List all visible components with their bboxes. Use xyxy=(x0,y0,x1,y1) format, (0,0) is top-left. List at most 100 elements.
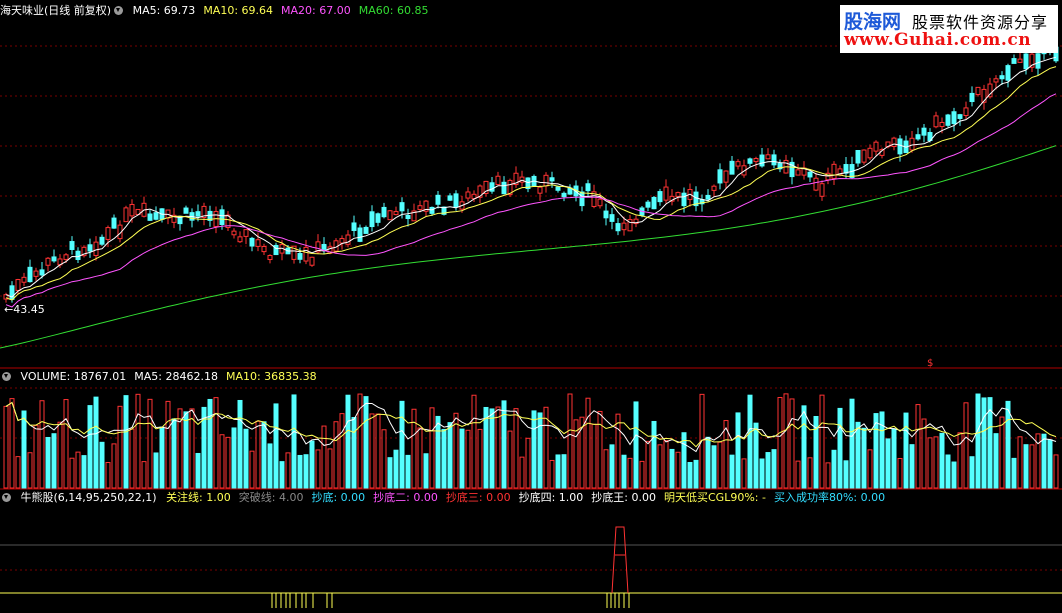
volume-bar xyxy=(507,430,513,489)
volume-bar xyxy=(327,448,333,489)
volume-bar xyxy=(735,412,741,489)
volume-bar xyxy=(525,437,531,489)
candle-body xyxy=(105,227,111,240)
candle-body xyxy=(795,169,801,176)
volume-bar xyxy=(117,405,123,489)
candle-body xyxy=(219,209,225,226)
volume-bar xyxy=(609,444,615,489)
candle-body xyxy=(603,210,609,219)
dropdown-arrow-icon[interactable] xyxy=(2,492,11,502)
watermark-url: www.Guhai.com.cn xyxy=(844,30,1032,50)
signal-marker: $ xyxy=(927,358,933,369)
volume-bar xyxy=(927,437,933,489)
volume-bar xyxy=(441,428,447,489)
volume-bar xyxy=(765,452,771,489)
candle-body xyxy=(399,202,405,212)
candle-body xyxy=(21,276,27,283)
dropdown-arrow-icon[interactable] xyxy=(114,5,124,15)
volume-bar xyxy=(63,399,69,489)
candle-body xyxy=(681,192,687,207)
candle-body xyxy=(69,241,75,250)
volume-bar xyxy=(945,454,951,489)
volume-bar xyxy=(975,393,981,489)
custom-indicator-6: 抄底王: 0.00 xyxy=(591,491,656,504)
volume-bar xyxy=(825,462,831,489)
volume-bar xyxy=(243,428,249,489)
volume-bar xyxy=(771,449,777,489)
candle-body xyxy=(957,114,963,119)
candle-body xyxy=(369,211,375,228)
dropdown-arrow-icon[interactable] xyxy=(2,371,11,381)
candle-body xyxy=(393,211,399,216)
volume-bar xyxy=(957,432,963,489)
volume-bar xyxy=(165,400,171,489)
candle-body xyxy=(375,213,381,223)
volume-bar xyxy=(867,449,873,489)
candle-body xyxy=(657,191,663,203)
candle-body xyxy=(867,147,873,159)
volume-indicator-2: MA10: 36835.38 xyxy=(225,370,317,383)
volume-bar xyxy=(267,443,273,489)
volume-bar xyxy=(639,460,645,489)
volume-bar xyxy=(849,398,855,489)
volume-bar xyxy=(921,418,927,489)
volume-bar xyxy=(93,396,99,489)
candle-body xyxy=(111,217,117,229)
kline-chart[interactable]: $ xyxy=(0,0,1062,613)
volume-bar xyxy=(513,408,519,489)
candle-body xyxy=(735,161,741,167)
volume-bar xyxy=(591,423,597,489)
volume-bar xyxy=(831,449,837,489)
volume-bar xyxy=(51,433,57,489)
volume-bar xyxy=(555,454,561,489)
candle-body xyxy=(435,194,441,205)
watermark-logo: 股海网 股票软件资源分享 www.Guhai.com.cn xyxy=(840,5,1058,53)
candle-body xyxy=(195,211,201,217)
indicator-title[interactable]: 牛熊股(6,14,95,250,22,1) xyxy=(21,491,157,504)
custom-indicator-3: 抄底二: 0.00 xyxy=(373,491,438,504)
volume-bar xyxy=(351,417,357,489)
volume-bar xyxy=(129,428,135,489)
volume-bar xyxy=(999,416,1005,489)
volume-bar xyxy=(903,412,909,489)
volume-bar xyxy=(861,427,867,489)
volume-bar xyxy=(291,394,297,489)
candle-body xyxy=(909,137,915,151)
candle-body xyxy=(999,75,1005,80)
candle-body xyxy=(381,206,387,218)
candle-body xyxy=(933,115,939,128)
volume-bar xyxy=(9,398,15,489)
candle-body xyxy=(351,222,357,231)
volume-bar xyxy=(39,400,45,489)
main-indicator-1: MA10: 69.64 xyxy=(203,4,274,17)
volume-bar xyxy=(717,441,723,489)
volume-bar xyxy=(345,394,351,489)
volume-bar xyxy=(657,444,663,489)
volume-bar xyxy=(969,456,975,489)
volume-bar xyxy=(111,443,117,489)
candle-body xyxy=(765,154,771,160)
candle-body xyxy=(363,226,369,234)
candle-body xyxy=(147,213,153,221)
volume-bar xyxy=(753,422,759,489)
volume-bar xyxy=(819,394,825,489)
volume-bar xyxy=(585,397,591,489)
volume-bar xyxy=(459,428,465,489)
volume-bar xyxy=(369,413,375,489)
volume-bar xyxy=(783,393,789,489)
stock-name[interactable]: 海天味业(日线 前复权) xyxy=(0,4,111,17)
volume-bar xyxy=(435,415,441,489)
candle-body xyxy=(501,181,507,195)
custom-indicator-8: 买入成功率80%: 0.00 xyxy=(773,491,886,504)
candle-body xyxy=(63,254,69,260)
ma10-line xyxy=(5,66,1057,301)
candle-body xyxy=(99,236,105,245)
candle-body xyxy=(717,169,723,184)
volume-bar xyxy=(285,452,291,489)
volume-bar xyxy=(15,456,21,489)
volume-bar xyxy=(915,404,921,489)
volume-bar xyxy=(75,451,81,489)
candle-body xyxy=(1011,58,1017,64)
candle-body xyxy=(579,191,585,207)
volume-bar xyxy=(519,456,525,489)
